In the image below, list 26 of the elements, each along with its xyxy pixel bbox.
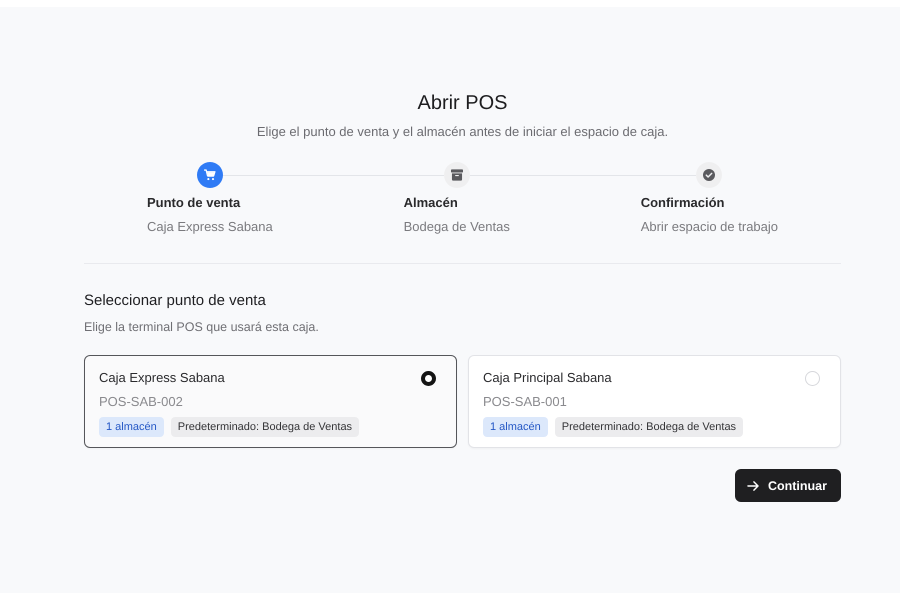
tag: 1 almacén [99, 417, 164, 437]
section-description: Elige la terminal POS que usará esta caja. [84, 319, 319, 335]
step-title: Confirmación [640, 195, 726, 211]
step-value: Abrir espacio de trabajo [640, 219, 778, 235]
tag: Predeterminado: Bodega de Ventas [554, 417, 744, 437]
terminal-card[interactable]: Caja Express Sabana POS-SAB-002 1 almacén Predeterminado: Bodega de Ventas [84, 355, 457, 448]
step-title: Almacén [404, 195, 459, 211]
continue-button[interactable]: Continuar [734, 469, 841, 502]
page-title: Abrir POS [417, 91, 508, 115]
arrow-right-icon [746, 480, 759, 490]
terminal-code: POS-SAB-001 [483, 394, 567, 410]
terminal-name: Caja Express Sabana [99, 370, 225, 386]
step-value: Bodega de Ventas [404, 219, 510, 235]
page-subtitle: Elige el punto de venta y el almacén antes de iniciar el espacio de caja. [256, 124, 668, 140]
tag: 1 almacén [483, 417, 548, 437]
section-title: Seleccionar punto de venta [84, 292, 266, 310]
check-circle-icon [703, 169, 716, 181]
terminal-code: POS-SAB-002 [99, 394, 183, 410]
terminal-card[interactable]: Caja Principal Sabana POS-SAB-001 1 almacén Predeterminado: Bodega de Ventas [468, 355, 841, 448]
step-value: Caja Express Sabana [147, 219, 273, 235]
terminal-name: Caja Principal Sabana [483, 370, 612, 386]
tag: Predeterminado: Bodega de Ventas [170, 417, 360, 437]
archive-box-icon [450, 169, 463, 181]
radio-button[interactable] [421, 370, 436, 386]
cart-icon [204, 169, 216, 181]
step-title: Punto de venta [147, 195, 242, 211]
